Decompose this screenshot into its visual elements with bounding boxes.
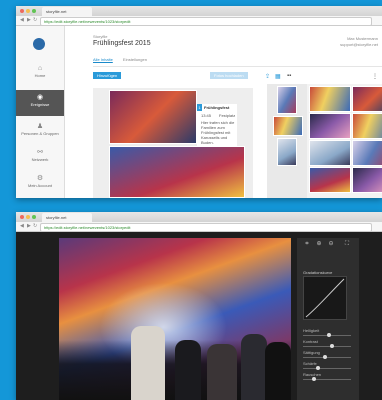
crop-icon[interactable]: ⌗ (303, 240, 311, 248)
tab-settings[interactable]: Einstellungen (123, 57, 147, 62)
caption-time: 13:45 (201, 113, 212, 118)
library-thumb[interactable] (352, 140, 382, 166)
divider (93, 66, 382, 67)
library-thumb[interactable] (309, 140, 351, 166)
storyfile-editor-window: storyfile.net ◀ ▶ ↻ https://edit.storyfi… (16, 6, 382, 198)
library-thumb[interactable] (309, 167, 351, 193)
slider-label: Helligkeit (303, 328, 320, 333)
caption-text: Hier trafen sich die Familien zum Frühli… (201, 120, 235, 145)
adjustment-panel: ⌗ ⊕ ⊖ ⛶ Gradationskurve Helligkeit Kontra… (297, 238, 359, 400)
user-email: support@storyfile.net (340, 42, 378, 47)
sidebar-item-people[interactable]: ♟ Personen & Gruppen (16, 122, 64, 144)
reload-icon[interactable]: ↻ (33, 17, 37, 24)
sidebar-item-events[interactable]: ◉ Ereignisse (16, 90, 64, 116)
share-icon[interactable]: ⇪ (265, 73, 270, 80)
slider-label: Rauschen (303, 372, 322, 377)
photo-editor-window: storyfile.net ◀ ▶ ↻ https://edit.storyfi… (16, 212, 382, 400)
tab-all-content[interactable]: Alle Inhalte (93, 57, 113, 62)
library-thumb[interactable] (273, 116, 303, 136)
more-icon[interactable]: ⋮ (372, 73, 378, 80)
people-icon: ♟ (36, 123, 44, 130)
photo-library (267, 84, 382, 198)
adjustment-slider[interactable] (303, 344, 351, 348)
forward-icon[interactable]: ▶ (27, 223, 31, 230)
page-title: Frühlingsfest 2015 (93, 40, 151, 47)
main-content: Storyfile Frühlingsfest 2015 Max Musterm… (65, 26, 382, 198)
library-thumb[interactable] (352, 113, 382, 139)
back-icon[interactable]: ◀ (20, 223, 24, 230)
back-icon[interactable]: ◀ (20, 17, 24, 24)
caption-number: 1 (197, 104, 202, 111)
slider-knob[interactable] (322, 355, 327, 359)
photo-figure (207, 344, 237, 400)
user-name[interactable]: Max Mustermann (347, 36, 378, 41)
maximize-window-button[interactable] (32, 215, 36, 219)
adjustment-slider[interactable] (303, 377, 351, 381)
tone-curve-graph (305, 278, 345, 318)
story-photo-2[interactable] (109, 146, 245, 198)
editing-photo[interactable] (59, 238, 291, 400)
slider-knob[interactable] (327, 333, 332, 337)
browser-toolbar: ◀ ▶ ↻ https://edit.storyfile.net/neweven… (16, 16, 382, 26)
browser-tab[interactable]: storyfile.net (42, 213, 92, 222)
caption-title: Frühlingsfest (204, 105, 230, 110)
zoom-out-icon[interactable]: ⊖ (327, 240, 335, 248)
reload-icon[interactable]: ↻ (33, 223, 37, 230)
browser-titlebar: storyfile.net (16, 212, 382, 222)
browser-tab[interactable]: storyfile.net (42, 7, 92, 16)
library-column (267, 84, 307, 198)
sidebar-item-account[interactable]: ⚙ Mein Account (16, 174, 64, 196)
browser-titlebar: storyfile.net (16, 6, 382, 16)
upload-photos-button[interactable]: Fotos hochladen (210, 72, 248, 79)
photo-figure (131, 326, 165, 400)
content-tabs: Alle Inhalte Einstellungen (93, 57, 156, 62)
grid-view-icon[interactable]: ▦ (275, 73, 281, 80)
home-icon: ⌂ (37, 65, 43, 72)
sidebar: ⌂ Home ◉ Ereignisse ♟ Personen & Gruppen… (16, 26, 65, 198)
close-window-button[interactable] (20, 9, 24, 13)
list-view-icon[interactable]: ▪▪ (287, 73, 291, 79)
browser-toolbar: ◀ ▶ ↻ https://edit.storyfile.net/neweven… (16, 222, 382, 232)
story-photo-1[interactable] (109, 90, 197, 144)
library-thumb[interactable] (277, 138, 297, 166)
library-thumb[interactable] (277, 86, 297, 114)
slider-label: Sättigung (303, 350, 320, 355)
curve-label: Gradationskurve (303, 270, 333, 275)
photo-figure (265, 342, 291, 400)
adjustment-slider[interactable] (303, 366, 351, 370)
library-thumb[interactable] (352, 86, 382, 112)
slider-knob[interactable] (316, 366, 321, 370)
address-bar[interactable]: https://edit.storyfile.net/newevents/102… (40, 223, 372, 232)
breadcrumb[interactable]: Storyfile (93, 34, 107, 39)
zoom-in-icon[interactable]: ⊕ (315, 240, 323, 248)
fullscreen-icon[interactable]: ⛶ (343, 240, 351, 248)
adjustment-slider[interactable] (303, 355, 351, 359)
sidebar-item-network[interactable]: ⚯ Netzwerk (16, 148, 64, 170)
minimize-window-button[interactable] (26, 9, 30, 13)
events-icon: ◉ (36, 94, 44, 101)
slider-knob[interactable] (330, 344, 335, 348)
library-thumb[interactable] (309, 86, 351, 112)
slider-label: Schärfe (303, 361, 317, 366)
photo-figure (175, 340, 201, 400)
tone-curve[interactable] (303, 276, 347, 320)
caption-place: Festplatz (219, 113, 236, 118)
slider-label: Kontrast (303, 339, 318, 344)
address-bar[interactable]: https://edit.storyfile.net/newevents/102… (40, 17, 372, 26)
app-logo (33, 38, 45, 50)
forward-icon[interactable]: ▶ (27, 17, 31, 24)
minimize-window-button[interactable] (26, 215, 30, 219)
library-thumb[interactable] (352, 167, 382, 193)
add-button[interactable]: Hinzufügen (93, 72, 122, 79)
close-window-button[interactable] (20, 215, 24, 219)
adjustment-slider[interactable] (303, 333, 351, 337)
slider-knob[interactable] (311, 377, 316, 381)
sidebar-item-home[interactable]: ⌂ Home (16, 64, 64, 86)
network-icon: ⚯ (37, 149, 43, 156)
story-card: 1 Frühlingsfest 13:45 Festplatz Hier tra… (93, 88, 253, 198)
settings-icon: ⚙ (36, 175, 44, 182)
photo-figure (241, 334, 267, 400)
maximize-window-button[interactable] (32, 9, 36, 13)
library-thumb[interactable] (309, 113, 351, 139)
